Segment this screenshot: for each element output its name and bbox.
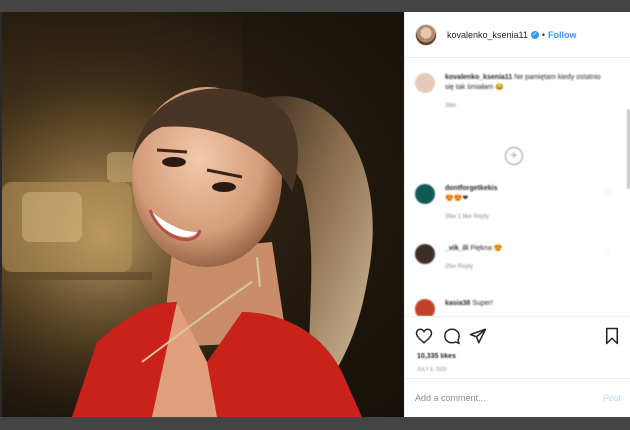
comment-avatar[interactable] bbox=[415, 244, 435, 264]
caption-comment: kovalenko_ksenia11 Ne pamiętam kiedy ost… bbox=[415, 73, 605, 111]
comment-text: Super! bbox=[472, 300, 493, 307]
add-icon[interactable]: + bbox=[505, 147, 523, 165]
post-photo[interactable] bbox=[2, 12, 404, 417]
likes-count[interactable]: 10,335 likes bbox=[417, 353, 456, 360]
heart-icon[interactable] bbox=[415, 327, 433, 345]
separator-dot: • bbox=[541, 29, 546, 40]
post-date: JULY 6, 2020 bbox=[417, 367, 447, 373]
bookmark-icon[interactable] bbox=[603, 327, 621, 345]
list-item: kasia38 Super! bbox=[415, 299, 605, 316]
comment-username[interactable]: _vik_ili bbox=[445, 245, 468, 252]
share-icon[interactable] bbox=[469, 327, 487, 345]
comment-avatar[interactable] bbox=[415, 184, 435, 204]
comment-username[interactable]: dontforgetkekis bbox=[445, 185, 498, 192]
verified-icon: ✓ bbox=[530, 30, 539, 39]
comments-list[interactable]: kovalenko_ksenia11 Ne pamiętam kiedy ost… bbox=[405, 59, 630, 316]
comment-username[interactable]: kasia38 bbox=[445, 300, 470, 307]
comment-meta: 35w Reply bbox=[445, 264, 474, 270]
avatar[interactable] bbox=[415, 23, 437, 46]
add-comment-bar: Add a comment... Post bbox=[405, 378, 630, 417]
comment-like-icon[interactable]: ♡ bbox=[604, 189, 611, 198]
comment-like-icon[interactable]: ♡ bbox=[604, 249, 611, 258]
caption-meta: 36w bbox=[445, 103, 457, 109]
comment-meta: 36w 1 like Reply bbox=[445, 214, 489, 220]
follow-button[interactable]: Follow bbox=[548, 30, 577, 40]
portrait-image bbox=[2, 12, 404, 417]
caption-avatar[interactable] bbox=[415, 73, 435, 93]
post-header: kovalenko_ksenia11 ✓ • Follow bbox=[405, 12, 630, 58]
top-bar bbox=[0, 0, 630, 12]
caption-username[interactable]: kovalenko_ksenia11 bbox=[445, 74, 512, 81]
comment-icon[interactable] bbox=[443, 327, 461, 345]
comment-text: 😍😍❤ bbox=[445, 195, 469, 202]
comment-avatar[interactable] bbox=[415, 299, 435, 316]
post-panel: kovalenko_ksenia11 ✓ • Follow kovalenko_… bbox=[404, 12, 630, 417]
list-item: _vik_ili Piękna 😍 35w Reply bbox=[415, 244, 605, 272]
comment-text: Piękna 😍 bbox=[470, 245, 503, 252]
post-button[interactable]: Post bbox=[603, 393, 621, 403]
list-item: dontforgetkekis 😍😍❤ 36w 1 like Reply bbox=[415, 184, 605, 222]
comment-input[interactable]: Add a comment... bbox=[415, 393, 603, 403]
username-link[interactable]: kovalenko_ksenia11 bbox=[447, 30, 528, 40]
bottom-bar bbox=[0, 417, 630, 430]
